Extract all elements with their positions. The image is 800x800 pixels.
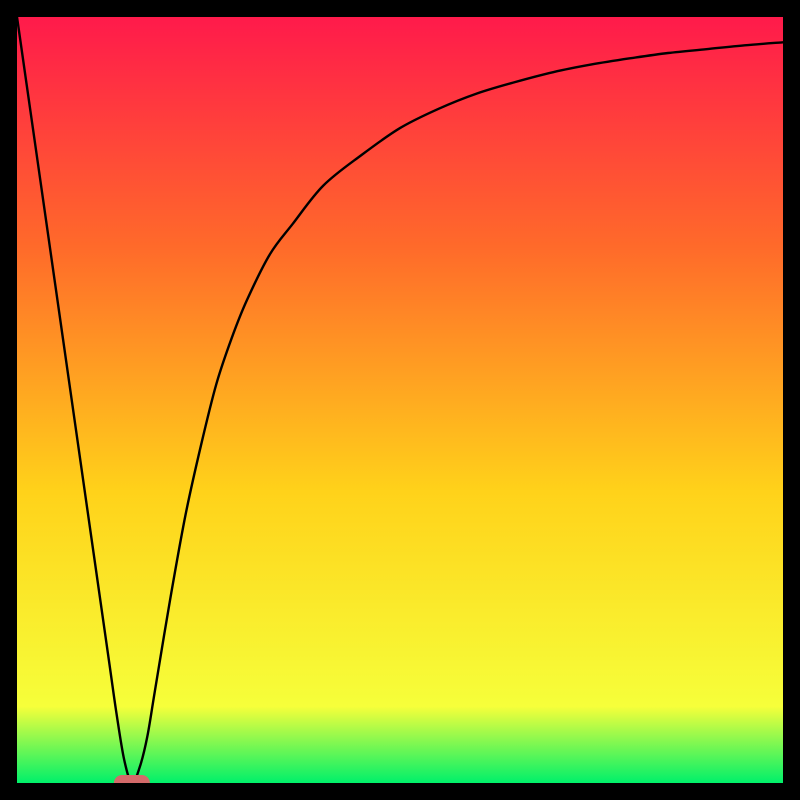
- gradient-background: [17, 17, 783, 783]
- chart-frame: TheBottleneck.com: [17, 17, 783, 783]
- bottleneck-chart: [17, 17, 783, 783]
- minimum-marker: [114, 775, 150, 783]
